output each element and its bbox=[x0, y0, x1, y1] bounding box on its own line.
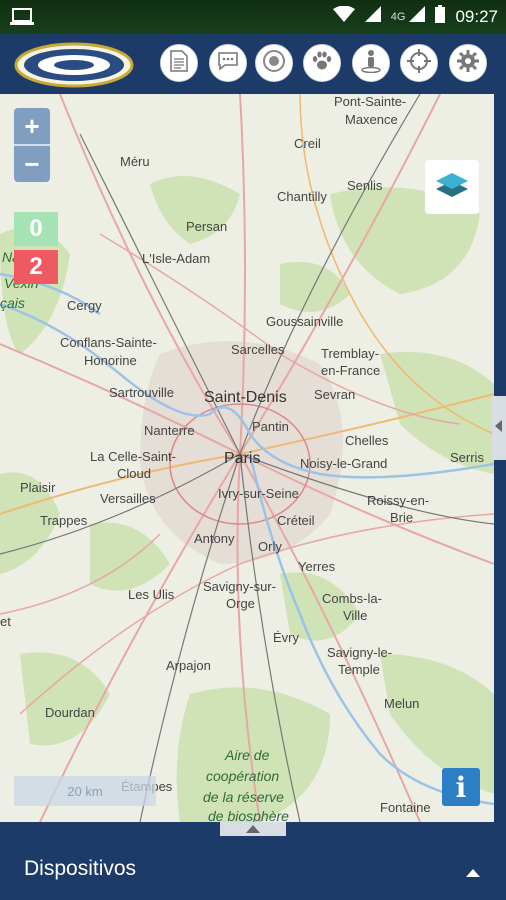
place-conflans: Conflans-Sainte- bbox=[60, 335, 157, 350]
place-honorine: Honorine bbox=[84, 353, 137, 368]
place-brie: Brie bbox=[390, 510, 413, 525]
side-panel-toggle[interactable] bbox=[492, 396, 506, 460]
layers-icon bbox=[434, 169, 470, 206]
place-persan: Persan bbox=[186, 219, 227, 234]
place-dourdan: Dourdan bbox=[45, 705, 95, 720]
place-tremblay: Tremblay- bbox=[321, 346, 379, 361]
place-cergy: Cergy bbox=[67, 298, 102, 313]
place-chantilly: Chantilly bbox=[277, 189, 327, 204]
place-meru: Méru bbox=[120, 154, 150, 169]
place-en-france: en-France bbox=[321, 363, 380, 378]
settings-button[interactable] bbox=[449, 44, 487, 82]
zoom-out-button[interactable]: − bbox=[14, 146, 50, 182]
place-la-celle: La Celle-Saint- bbox=[90, 449, 176, 464]
animals-button[interactable] bbox=[303, 44, 341, 82]
place-orge: Orge bbox=[226, 596, 255, 611]
place-plaisir: Plaisir bbox=[20, 480, 56, 495]
clock: 09:27 bbox=[455, 6, 498, 26]
signal-icon-2 bbox=[409, 6, 426, 27]
layers-button[interactable] bbox=[425, 160, 479, 214]
wifi-icon bbox=[332, 5, 355, 27]
green-counter-badge[interactable]: 0 bbox=[14, 212, 58, 246]
zoom-control: + − bbox=[14, 108, 50, 182]
label-aire-de: Aire de bbox=[224, 747, 270, 763]
chevron-up-icon bbox=[246, 820, 260, 838]
app-toolbar bbox=[0, 34, 506, 94]
document-button[interactable] bbox=[160, 44, 198, 82]
place-evry: Évry bbox=[273, 630, 300, 645]
zoom-in-button[interactable]: + bbox=[14, 108, 50, 144]
status-bar: 4G 09:27 bbox=[0, 0, 506, 34]
place-pont-sainte: Pont-Sainte- bbox=[334, 94, 406, 109]
place-goussainville: Goussainville bbox=[266, 314, 343, 329]
paw-icon bbox=[311, 50, 333, 77]
place-ivry: Ivry-sur-Seine bbox=[218, 486, 299, 501]
place-combs: Combs-la- bbox=[322, 591, 382, 606]
target-icon bbox=[262, 49, 286, 78]
place-melun: Melun bbox=[384, 696, 419, 711]
label-et: et bbox=[0, 614, 11, 629]
place-paris: Paris bbox=[224, 450, 260, 467]
person-location-button[interactable] bbox=[352, 44, 390, 82]
signal-icon bbox=[364, 6, 381, 27]
place-temple: Temple bbox=[338, 662, 380, 677]
gear-icon bbox=[457, 49, 479, 77]
network-type: 4G bbox=[390, 10, 406, 23]
place-trappes: Trappes bbox=[40, 513, 88, 528]
place-saint-denis: Saint-Denis bbox=[204, 389, 287, 406]
target-button[interactable] bbox=[255, 44, 293, 82]
place-arpajon: Arpajon bbox=[166, 658, 211, 673]
label-cais: çais bbox=[0, 295, 25, 311]
info-button[interactable]: i bbox=[442, 768, 480, 806]
place-versailles: Versailles bbox=[100, 491, 156, 506]
panel-handle[interactable] bbox=[220, 822, 286, 836]
laptop-icon bbox=[10, 7, 34, 32]
place-noisy: Noisy-le-Grand bbox=[300, 456, 387, 471]
chat-icon bbox=[217, 51, 239, 76]
place-serris: Serris bbox=[450, 450, 484, 465]
document-icon bbox=[170, 49, 188, 77]
place-yerres: Yerres bbox=[298, 559, 336, 574]
map-view[interactable]: Pont-Sainte- Maxence Creil Senlis Méru C… bbox=[0, 94, 494, 822]
locate-button[interactable] bbox=[400, 44, 438, 82]
chevron-left-icon bbox=[495, 419, 503, 437]
map-scale: 20 km bbox=[14, 776, 156, 806]
place-savigny-sur: Savigny-sur- bbox=[203, 579, 276, 594]
place-fontaine: Fontaine bbox=[380, 800, 431, 815]
place-antony: Antony bbox=[194, 531, 235, 546]
place-ville: Ville bbox=[343, 608, 367, 623]
label-cooperation: coopération bbox=[206, 768, 279, 784]
place-sarcelles: Sarcelles bbox=[231, 342, 285, 357]
place-sartrouville: Sartrouville bbox=[109, 385, 174, 400]
place-chelles: Chelles bbox=[345, 433, 389, 448]
place-nanterre: Nanterre bbox=[144, 423, 195, 438]
place-senlis: Senlis bbox=[347, 178, 383, 193]
place-maxence: Maxence bbox=[345, 112, 398, 127]
person-pin-icon bbox=[360, 49, 382, 78]
expand-chevron-icon[interactable] bbox=[466, 864, 480, 882]
crosshair-icon bbox=[407, 48, 431, 78]
app-logo bbox=[14, 42, 134, 88]
label-reserve: de la réserve bbox=[203, 789, 284, 805]
battery-icon bbox=[435, 5, 446, 28]
place-sevran: Sevran bbox=[314, 387, 355, 402]
place-lisle-adam: L'Isle-Adam bbox=[142, 251, 210, 266]
bottom-panel-title: Dispositivos bbox=[24, 857, 137, 880]
place-creteil: Créteil bbox=[277, 513, 315, 528]
red-counter-badge[interactable]: 2 bbox=[14, 250, 58, 284]
place-savigny-le: Savigny-le- bbox=[327, 645, 392, 660]
place-cloud: Cloud bbox=[117, 466, 151, 481]
chat-button[interactable] bbox=[209, 44, 247, 82]
place-roissy: Roissy-en- bbox=[367, 493, 429, 508]
place-orly: Orly bbox=[258, 539, 282, 554]
place-creil: Creil bbox=[294, 136, 321, 151]
place-pantin: Pantin bbox=[252, 419, 289, 434]
place-les-ulis: Les Ulis bbox=[128, 587, 175, 602]
